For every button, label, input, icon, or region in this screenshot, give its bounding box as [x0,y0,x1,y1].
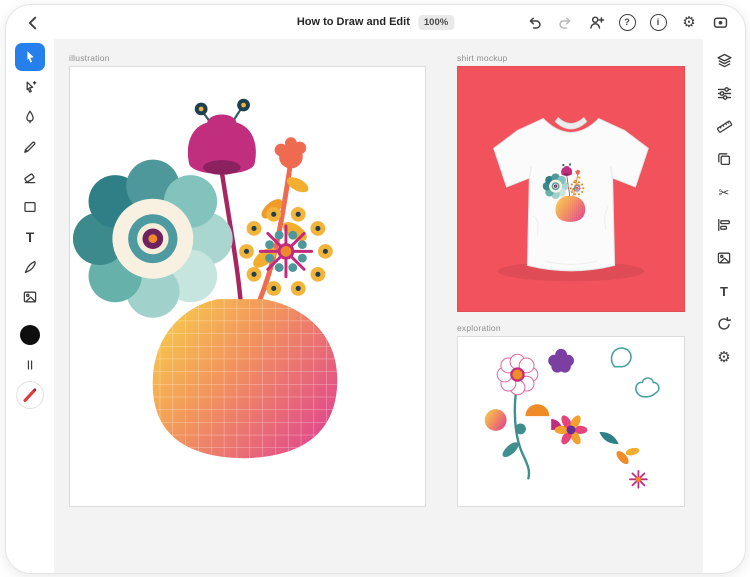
scissors-button[interactable]: ✂ [712,181,736,203]
artboard-surface-exploration[interactable] [457,336,685,507]
image-panel-button[interactable] [712,247,736,269]
artboard-label[interactable]: shirt mockup [457,53,685,63]
layers-icon [716,53,732,67]
selection-arrow-icon [27,51,34,63]
pen-tool[interactable] [15,103,45,131]
flower-vase-artwork [70,67,425,506]
panel-sidebar: ✂ T ⚙ [703,39,745,573]
artboard-illustration: illustration [69,53,426,507]
tshirt-mockup-artwork [493,116,649,282]
artboard-surface-shirt-mockup[interactable] [457,66,685,312]
zoom-level-badge[interactable]: 100% [417,14,455,30]
document-title-group: How to Draw and Edit 100% [296,5,455,39]
person-plus-icon [589,15,604,29]
eraser-icon [24,173,36,184]
scissors-icon: ✂ [718,184,730,200]
artboard-label[interactable]: exploration [457,323,685,333]
pen-nib-icon [26,110,34,124]
help-button[interactable]: ? [616,11,638,33]
header-actions: ? i ⚙ [523,11,731,33]
brush-indicator[interactable] [15,381,45,409]
artboard-exploration: exploration [457,323,685,507]
direct-select-arrow-icon [26,80,37,93]
ruler-icon [716,120,732,133]
top-bar: How to Draw and Edit 100% ? i ⚙ [6,5,745,39]
chevron-left-icon [28,16,37,30]
settings-button[interactable]: ⚙ [678,11,700,33]
pencil-icon [24,141,36,153]
image-icon [23,291,37,303]
sliders-icon [717,86,731,100]
artboard-shirt-mockup: shirt mockup [457,53,685,312]
direct-select-tool[interactable] [15,73,45,101]
knife-icon [24,260,36,274]
gear-icon: ⚙ [717,348,731,366]
touch-shortcut-icon [713,17,727,28]
stroke-width-control[interactable] [15,351,45,379]
align-panel-button[interactable] [712,214,736,236]
info-button[interactable]: i [647,11,669,33]
brush-preview-chip [16,381,44,409]
document-title: How to Draw and Edit [296,16,410,28]
type-tool-icon: T [25,229,35,245]
eraser-tool[interactable] [15,163,45,191]
knife-tool[interactable] [15,253,45,281]
align-icon [718,218,730,232]
shape-tool[interactable] [15,193,45,221]
app-settings-button[interactable]: ⚙ [712,346,736,368]
invite-collaborator-button[interactable] [585,11,607,33]
layers-panel-button[interactable] [712,49,736,71]
pencil-tool[interactable] [15,133,45,161]
duplicate-icon [718,153,731,166]
type-tool[interactable]: T [15,223,45,251]
duplicate-button[interactable] [712,148,736,170]
rotate-history-button[interactable] [712,313,736,335]
undo-button[interactable] [523,11,545,33]
rotate-arrow-icon [718,316,731,330]
type-panel-icon: T [720,283,728,299]
app-window: How to Draw and Edit 100% ? i ⚙ T ✂ T ⚙ … [5,4,746,574]
back-button[interactable] [22,12,44,34]
type-panel-button[interactable]: T [712,280,736,302]
precision-panel-button[interactable] [712,115,736,137]
select-tool[interactable] [15,43,45,71]
gear-icon: ⚙ [682,13,696,31]
fill-color-swatch [20,325,40,345]
redo-button[interactable] [554,11,576,33]
exploration-sketches-artwork [484,347,660,489]
properties-panel-button[interactable] [712,82,736,104]
tool-sidebar: T [6,39,54,573]
artboard-surface-illustration[interactable] [69,66,426,507]
photo-icon [717,252,731,264]
rectangle-shape-icon [24,201,36,213]
info-icon: i [649,13,667,31]
document-canvas[interactable]: illustration shirt mockup exploration [54,39,703,573]
touch-shortcuts-button[interactable] [709,11,731,33]
fill-color-well[interactable] [15,321,45,349]
red-brush-icon [23,388,37,402]
place-image-tool[interactable] [15,283,45,311]
artboard-label[interactable]: illustration [69,53,426,63]
redo-icon [558,17,570,29]
help-icon: ? [618,13,636,31]
stroke-bars-icon [27,360,33,370]
undo-icon [529,17,541,29]
